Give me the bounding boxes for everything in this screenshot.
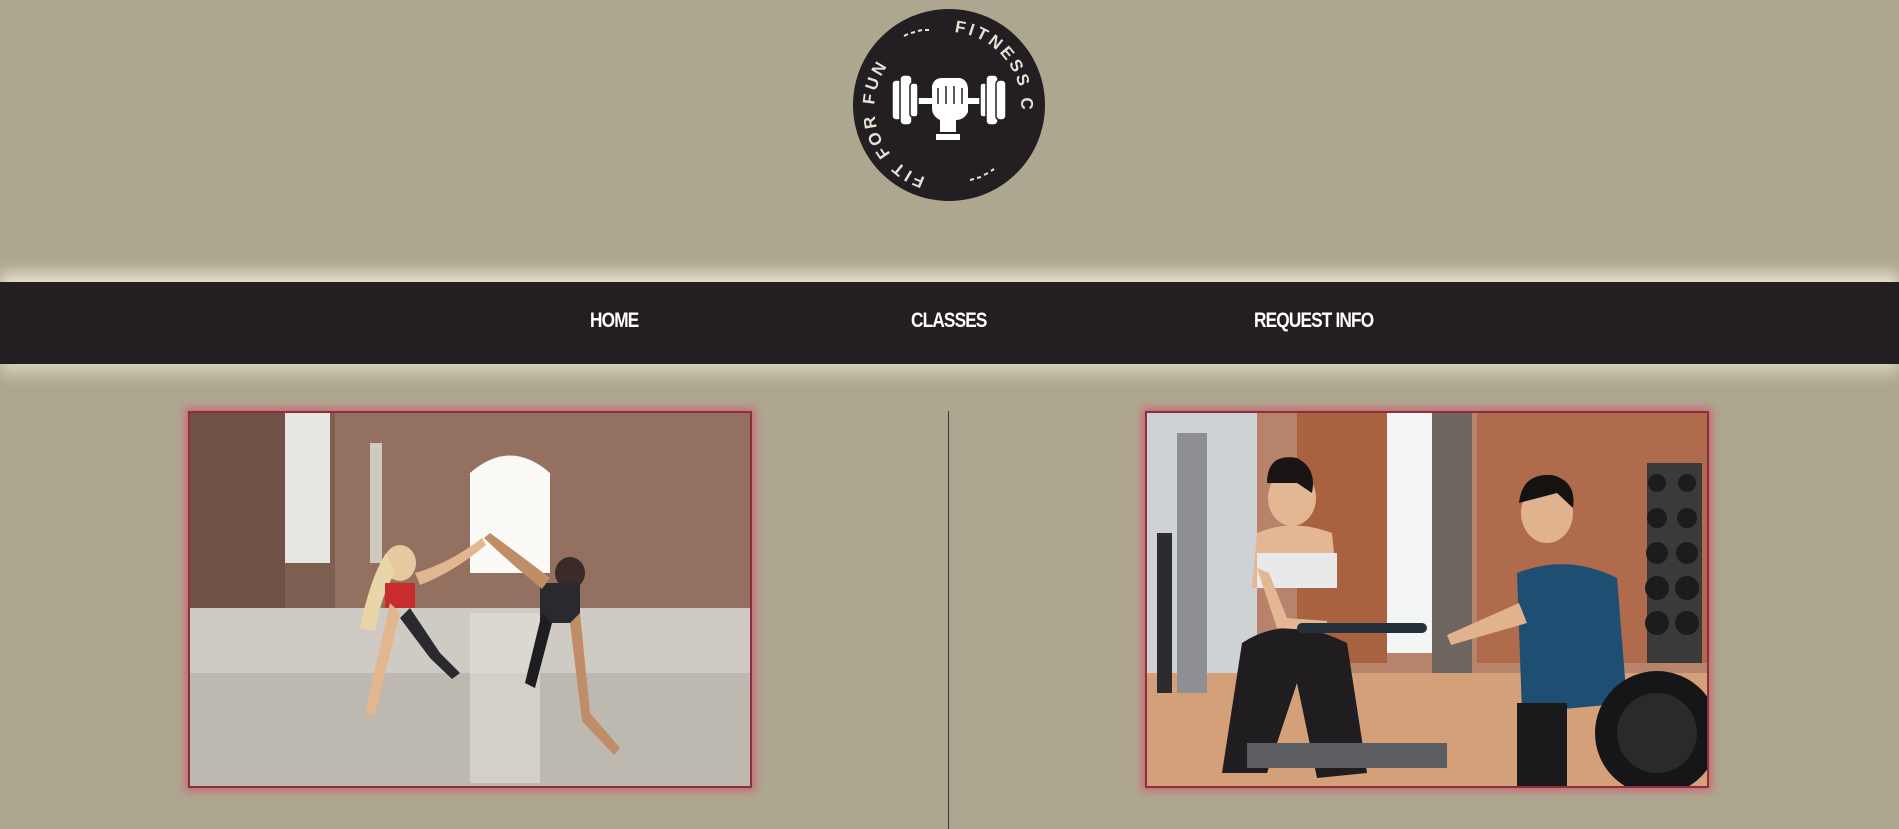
photo-women-plank bbox=[188, 411, 752, 788]
logo-badge-icon: FITNESS CLUB FIT FOR FUN bbox=[844, 0, 1045, 201]
nav-item-home[interactable]: HOME bbox=[590, 309, 639, 333]
nav-item-request-info[interactable]: REQUEST INFO bbox=[1254, 309, 1374, 333]
photo-trainer-assisting-rowing-machine bbox=[1147, 413, 1707, 786]
photo-rowing-training bbox=[1145, 411, 1709, 788]
nav-item-classes[interactable]: CLASSES bbox=[911, 309, 987, 333]
photo-two-women-plank-high-five bbox=[190, 413, 750, 786]
fitness-club-logo[interactable]: FITNESS CLUB FIT FOR FUN bbox=[844, 0, 1046, 202]
column-divider bbox=[948, 411, 949, 829]
main-navigation: HOME CLASSES REQUEST INFO bbox=[0, 282, 1899, 364]
site-header: FITNESS CLUB FIT FOR FUN bbox=[0, 0, 1899, 282]
